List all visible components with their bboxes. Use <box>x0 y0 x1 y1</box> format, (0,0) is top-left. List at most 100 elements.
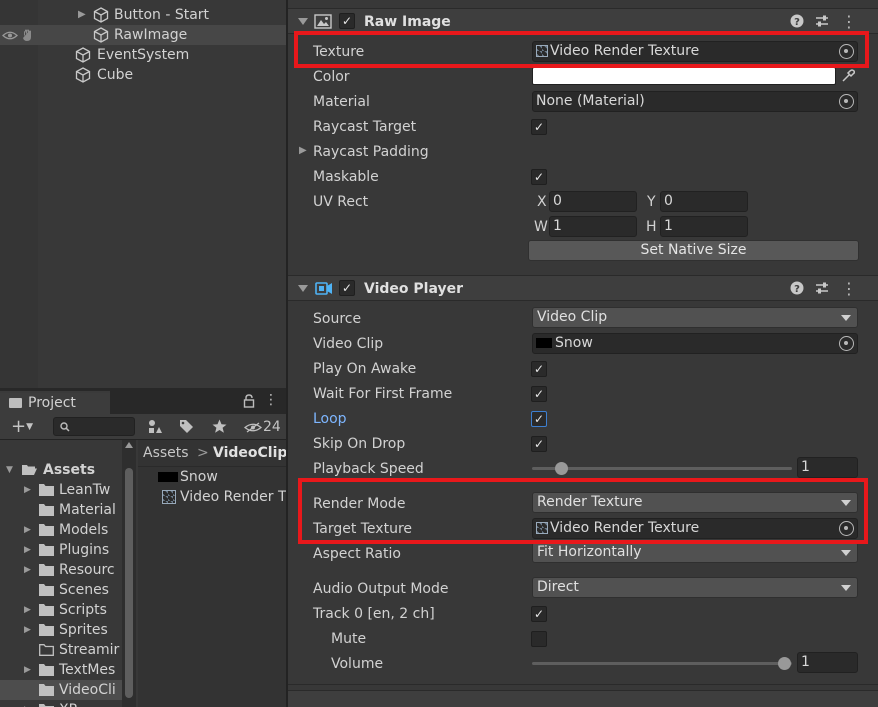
tree-item-plugins[interactable]: ▶ Plugins <box>0 540 122 560</box>
aspect-ratio-value: Fit Horizontally <box>537 544 642 560</box>
playback-speed-input[interactable]: 1 <box>797 457 858 478</box>
filter-by-type-icon[interactable] <box>147 419 163 435</box>
divider <box>288 684 878 685</box>
tree-item-material[interactable]: Material <box>0 500 122 520</box>
uv-x-input[interactable]: 0 <box>549 191 637 212</box>
expand-arrow-icon[interactable]: ▶ <box>24 665 31 675</box>
breadcrumb-assets[interactable]: Assets <box>143 442 189 464</box>
loop-checkbox[interactable]: ✓ <box>531 411 547 427</box>
file-item-video-render-texture[interactable]: Video Render T <box>138 487 287 507</box>
tree-item-scenes[interactable]: Scenes <box>0 580 122 600</box>
mute-checkbox[interactable] <box>531 631 547 647</box>
volume-slider-thumb[interactable] <box>778 657 791 670</box>
presets-sliders-icon[interactable] <box>815 281 831 297</box>
hierarchy-item-cube[interactable]: Cube <box>0 65 287 85</box>
uv-w-input[interactable]: 1 <box>549 216 637 237</box>
tree-scrollbar[interactable] <box>122 440 136 707</box>
tree-item-xr[interactable]: ▶ XR <box>0 700 122 707</box>
track-enabled-checkbox[interactable]: ✓ <box>531 606 547 622</box>
tree-item-models[interactable]: ▶ Models <box>0 520 122 540</box>
more-options-icon[interactable]: ⋮ <box>264 392 278 408</box>
uv-y-input[interactable]: 0 <box>660 191 748 212</box>
help-icon[interactable]: ? <box>790 281 806 297</box>
play-on-awake-checkbox[interactable]: ✓ <box>531 361 547 377</box>
tree-item-leantw[interactable]: ▶ LeanTw <box>0 480 122 500</box>
filter-by-label-icon[interactable] <box>179 419 194 434</box>
favorites-star-icon[interactable] <box>212 419 227 434</box>
playback-speed-slider-thumb[interactable] <box>555 462 568 475</box>
visibility-eye-icon[interactable] <box>2 30 18 41</box>
volume-slider-track[interactable] <box>532 662 792 665</box>
breadcrumb-separator: > <box>197 445 209 461</box>
hierarchy-item-rawimage[interactable]: RawImage <box>0 25 287 45</box>
audio-output-dropdown[interactable]: Direct <box>532 577 858 598</box>
skip-on-drop-checkbox[interactable]: ✓ <box>531 436 547 452</box>
expand-arrow-icon[interactable]: ▶ <box>24 605 31 615</box>
raycast-target-checkbox[interactable]: ✓ <box>531 119 547 135</box>
lock-icon[interactable] <box>243 394 255 408</box>
video-clip-icon <box>536 338 552 348</box>
aspect-ratio-dropdown[interactable]: Fit Horizontally <box>532 542 858 563</box>
tree-item-assets[interactable]: ▼ Assets <box>0 460 122 480</box>
expand-arrow-icon[interactable]: ▶ <box>24 565 31 575</box>
expand-arrow-icon[interactable]: ▶ <box>24 485 31 495</box>
object-picker-icon[interactable] <box>839 336 854 351</box>
hierarchy-item-button-start[interactable]: ▶ Button - Start <box>0 5 287 25</box>
tab-project[interactable]: Project <box>0 391 110 414</box>
folder-icon <box>39 504 54 516</box>
tree-item-scripts[interactable]: ▶ Scripts <box>0 600 122 620</box>
wait-first-frame-checkbox[interactable]: ✓ <box>531 386 547 402</box>
tree-item-videoclip[interactable]: VideoCli <box>0 680 122 700</box>
eyedropper-icon[interactable] <box>841 69 855 83</box>
presets-sliders-icon[interactable] <box>815 14 831 30</box>
gameobject-cube-icon <box>93 27 109 43</box>
expand-arrow-icon[interactable]: ▶ <box>78 5 86 25</box>
collapse-arrow-icon[interactable] <box>298 285 308 292</box>
search-icon <box>60 422 70 432</box>
video-player-header[interactable]: ✓ Video Player ? ⋮ <box>288 275 878 301</box>
hidden-packages-toggle[interactable]: 24 <box>240 416 287 438</box>
playback-speed-slider-track[interactable] <box>532 467 792 470</box>
video-player-enabled-checkbox[interactable]: ✓ <box>339 280 355 296</box>
tree-item-sprites[interactable]: ▶ Sprites <box>0 620 122 640</box>
svg-text:?: ? <box>794 284 800 295</box>
breadcrumb-videoclip[interactable]: VideoClip <box>213 442 287 464</box>
folder-icon <box>39 484 54 496</box>
folder-icon <box>39 564 54 576</box>
set-native-size-button[interactable]: Set Native Size <box>528 240 859 261</box>
component-menu-icon[interactable]: ⋮ <box>841 281 857 297</box>
collapse-arrow-icon[interactable] <box>298 18 308 25</box>
expand-arrow-icon[interactable]: ▶ <box>299 145 307 156</box>
expand-arrow-icon[interactable]: ▶ <box>24 525 31 535</box>
hierarchy-item-eventsystem[interactable]: EventSystem <box>0 45 287 65</box>
tree-item-textmesh[interactable]: ▶ TextMes <box>0 660 122 680</box>
source-dropdown[interactable]: Video Clip <box>532 307 858 328</box>
volume-input[interactable]: 1 <box>797 652 858 673</box>
project-search-input[interactable] <box>53 417 135 436</box>
expand-arrow-icon[interactable]: ▶ <box>24 545 31 555</box>
expand-arrow-icon[interactable]: ▼ <box>6 465 13 475</box>
color-swatch[interactable] <box>532 67 836 85</box>
maskable-checkbox[interactable]: ✓ <box>531 169 547 185</box>
video-clip-field[interactable]: Snow <box>532 333 858 354</box>
uv-h-input[interactable]: 1 <box>660 216 748 237</box>
component-menu-icon[interactable]: ⋮ <box>841 14 857 30</box>
object-picker-icon[interactable] <box>839 94 854 109</box>
expand-arrow-icon[interactable]: ▶ <box>24 625 31 635</box>
help-icon[interactable]: ? <box>790 14 806 30</box>
folder-icon <box>39 584 54 596</box>
tree-item-streaming[interactable]: Streamir <box>0 640 122 660</box>
pickable-hand-icon[interactable] <box>21 28 35 42</box>
tree-item-resources[interactable]: ▶ Resourc <box>0 560 122 580</box>
scrollbar-thumb[interactable] <box>125 468 133 698</box>
add-asset-button[interactable]: +▼ <box>4 416 40 438</box>
tree-item-label: Assets <box>43 462 96 478</box>
raw-image-enabled-checkbox[interactable]: ✓ <box>339 13 355 29</box>
material-section-header[interactable] <box>288 690 878 707</box>
raycast-padding-label[interactable]: Raycast Padding <box>313 140 429 164</box>
material-field[interactable]: None (Material) <box>532 91 858 112</box>
scroll-up-icon[interactable] <box>125 442 133 448</box>
tree-item-label: VideoCli <box>59 682 116 698</box>
video-clip-value: Snow <box>555 335 593 351</box>
file-item-snow[interactable]: Snow <box>138 467 287 487</box>
